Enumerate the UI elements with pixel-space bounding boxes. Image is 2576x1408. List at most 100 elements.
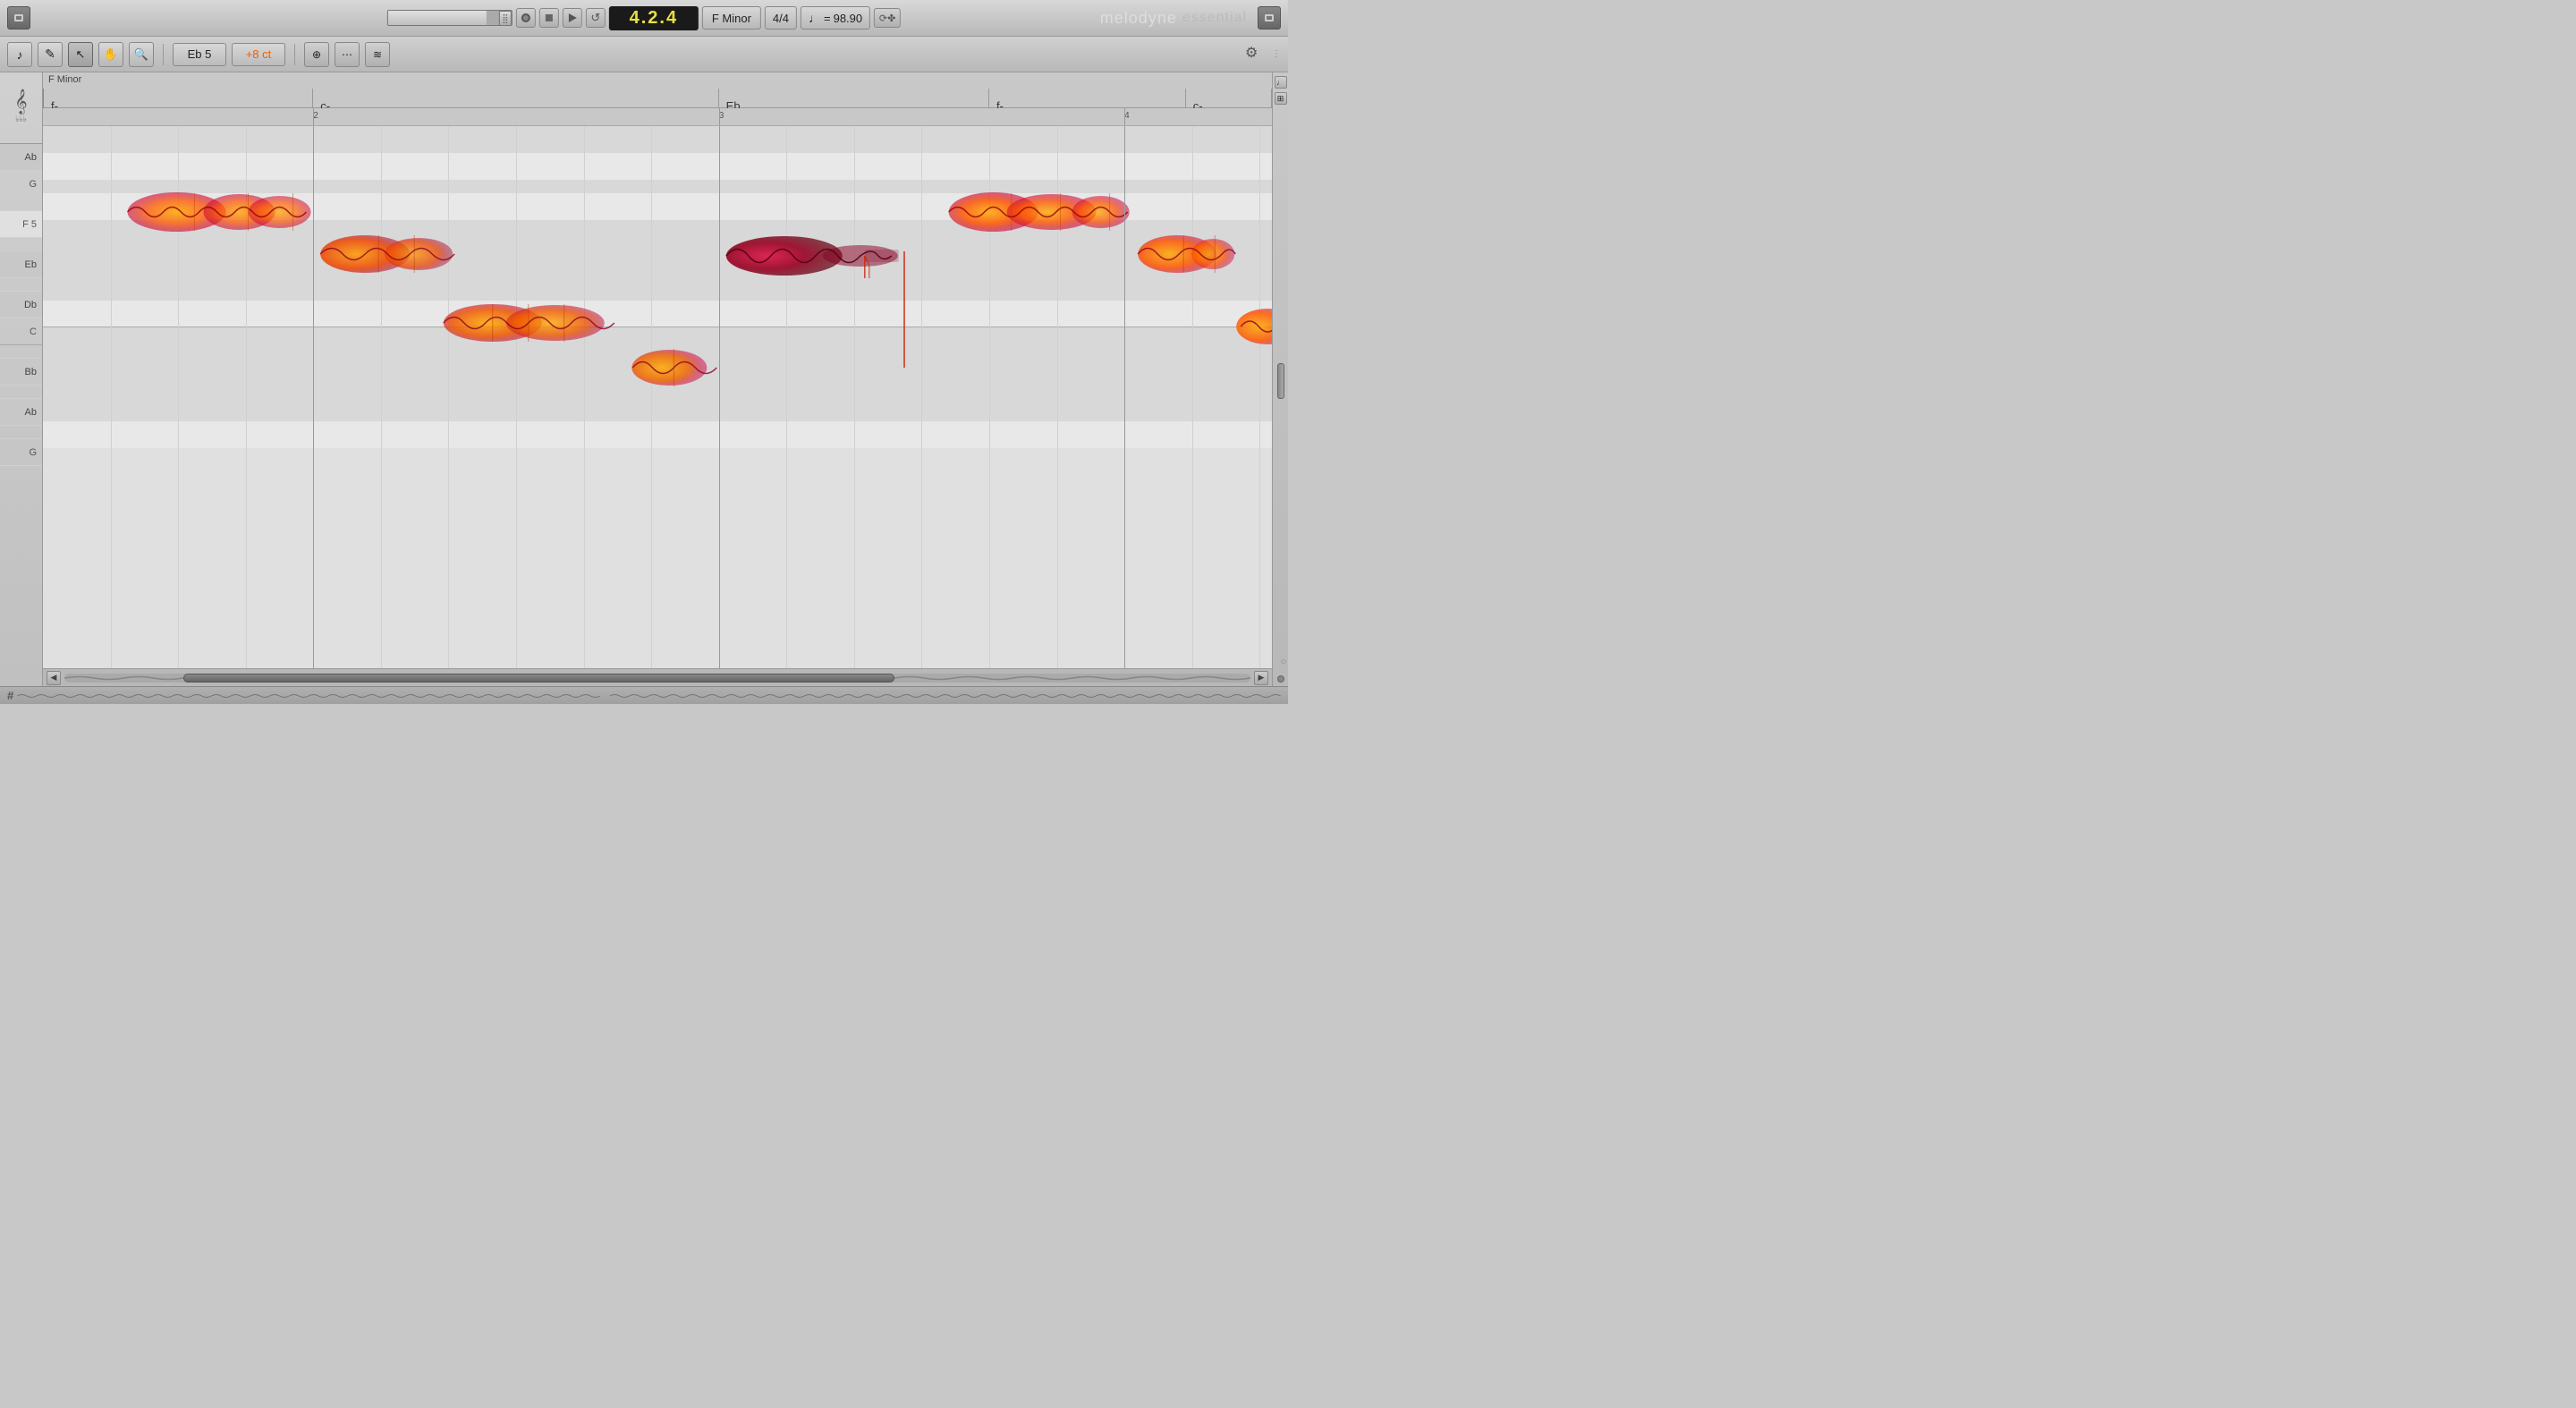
note-blob-eb-long[interactable] (707, 233, 916, 278)
note-label-g-low: G (0, 439, 42, 466)
tempo-display[interactable]: ♩ = 98.90 (801, 6, 870, 30)
row-g-low-gap (43, 408, 1272, 421)
note-tool-button[interactable]: ♪ (7, 42, 32, 67)
beat-line-7 (584, 126, 585, 668)
cents-display: +8 ct (232, 43, 285, 66)
window-toggle-left[interactable] (7, 6, 30, 30)
beat-line-14 (1192, 126, 1193, 668)
toolbar-divider2 (294, 44, 295, 65)
nodes-icon: ⋯ (342, 48, 352, 61)
row-c (43, 301, 1272, 327)
settings-button[interactable]: ⚙ (1245, 44, 1267, 65)
timeline: 2 3 4 (43, 108, 1272, 126)
timeline-vline-2 (313, 108, 314, 125)
beat-line-6 (516, 126, 517, 668)
pencil-icon: ✎ (45, 47, 55, 62)
time-handle-button[interactable]: ⊞ (1275, 92, 1287, 105)
note-label-gap6 (0, 426, 42, 439)
key-selector[interactable]: F Minor (702, 6, 761, 30)
beat-line-5 (448, 126, 449, 668)
note-blob-eb-1[interactable] (301, 232, 473, 276)
note-blob-f5-1[interactable] (105, 189, 338, 235)
amplitude-tool-icon[interactable]: ≋ (365, 42, 390, 67)
position-display: 4.2.4 (609, 6, 699, 30)
metronome-button[interactable]: ⟳✤ (874, 8, 901, 28)
progress-bar[interactable]: ⣿ (387, 10, 513, 26)
vertical-scrollbar-thumb[interactable] (1277, 363, 1284, 399)
scroll-left-button[interactable]: ◀ (47, 671, 61, 685)
note-blob-f5-2[interactable] (928, 189, 1148, 235)
sidebar-right-icon (1265, 14, 1274, 21)
note-blob-eb-right[interactable] (1124, 232, 1247, 276)
scrollbar-area: ◀ ▶ (43, 668, 1272, 686)
pitch-deviation-line (903, 251, 905, 368)
formant-tool-icon[interactable]: ⋯ (335, 42, 360, 67)
note-label-gap5 (0, 386, 42, 399)
zoom-tool-button[interactable]: 🔍 (129, 42, 154, 67)
note-blob-c-right[interactable] (1235, 305, 1272, 348)
row-d (43, 260, 1272, 274)
timeline-vline-4 (1124, 108, 1125, 125)
pitch-tool-icon[interactable]: ⊕ (304, 42, 329, 67)
bottom-waveform-area (17, 691, 1281, 701)
zoom-indicator-right: ⬦ (1281, 656, 1286, 666)
key-signature-area: 𝄞 ♭♭♭ (0, 72, 42, 144)
bottom-bar: # (0, 686, 1288, 704)
section-line-2 (719, 126, 720, 668)
time-signature[interactable]: 4/4 (765, 6, 797, 30)
beat-line-10 (854, 126, 855, 668)
progress-handle[interactable]: ⣿ (499, 11, 512, 26)
note-label-ab-low: Ab (0, 399, 42, 426)
note-label-ab-high: Ab (0, 144, 42, 171)
zoom-icon: 🔍 (134, 47, 148, 62)
clock-icon: ⊞ (1277, 94, 1284, 104)
row-eb (43, 233, 1272, 260)
note-grid[interactable] (43, 126, 1272, 668)
key-label: F Minor (43, 72, 87, 87)
note-label-c: C (0, 318, 42, 345)
note-blob-bb[interactable] (621, 345, 732, 390)
pitch-display: Eb 5 (173, 43, 226, 66)
top-bar: ⣿ ↺ 4.2.4 F Minor 4/4 ♩ = 98.90 (0, 0, 1288, 37)
record-icon (521, 13, 530, 22)
note-icon: ♪ (17, 47, 23, 62)
note-label-gap2 (0, 238, 42, 251)
scrollbar-thumb[interactable] (183, 674, 895, 683)
toolbar: ♪ ✎ ↖ ✋ 🔍 Eb 5 +8 ct ⊕ ⋯ ≋ ⚙ ⋮ (0, 37, 1288, 72)
beat-line-4 (381, 126, 382, 668)
record-button[interactable] (516, 8, 536, 28)
select-tool-button[interactable]: ↖ (68, 42, 93, 67)
section-line-1 (313, 126, 314, 668)
stop-button[interactable] (539, 8, 559, 28)
window-toggle-right[interactable] (1258, 6, 1281, 30)
pan-tool-button[interactable]: ✋ (98, 42, 123, 67)
pencil-tool-button[interactable]: ✎ (38, 42, 63, 67)
loop-button[interactable]: ↺ (586, 8, 606, 28)
hand-icon: ✋ (104, 47, 118, 62)
hashtag-icon: # (7, 689, 13, 702)
notes-view-button[interactable]: ♩ (1275, 76, 1287, 89)
scroll-right-button[interactable]: ▶ (1254, 671, 1268, 685)
row-g-low (43, 421, 1272, 448)
note-blob-c-1[interactable] (424, 301, 633, 345)
section-line-3 (1124, 126, 1125, 668)
right-panel: ♩ ⊞ ⬦ (1272, 72, 1288, 686)
note-label-db: Db (0, 292, 42, 318)
timeline-vline-3 (719, 108, 720, 125)
beat-line-9 (786, 126, 787, 668)
bottom-waveform-svg (17, 691, 1281, 701)
gear-icon: ⚙ (1245, 46, 1258, 61)
row-db (43, 274, 1272, 301)
crosshair-icon: ⊕ (312, 48, 321, 61)
beat-line-8 (651, 126, 652, 668)
main-area: 𝄞 ♭♭♭ Ab G F 5 Eb Db C Bb Ab G F Minor f… (0, 72, 1288, 686)
tempo-note-icon: ♩ (809, 11, 821, 25)
play-button[interactable] (563, 8, 582, 28)
key-sig-label: ♭♭♭ (15, 115, 27, 124)
branding: melodyne essential (1100, 9, 1247, 28)
scrollbar-track[interactable] (64, 674, 1250, 683)
notes-icon: ♩ (1276, 78, 1284, 87)
content-area: F Minor f- c- Eb f- c- 2 3 4 (43, 72, 1272, 686)
metronome-icon: ⟳✤ (879, 13, 895, 24)
treble-clef-icon: 𝄞 (14, 91, 27, 113)
